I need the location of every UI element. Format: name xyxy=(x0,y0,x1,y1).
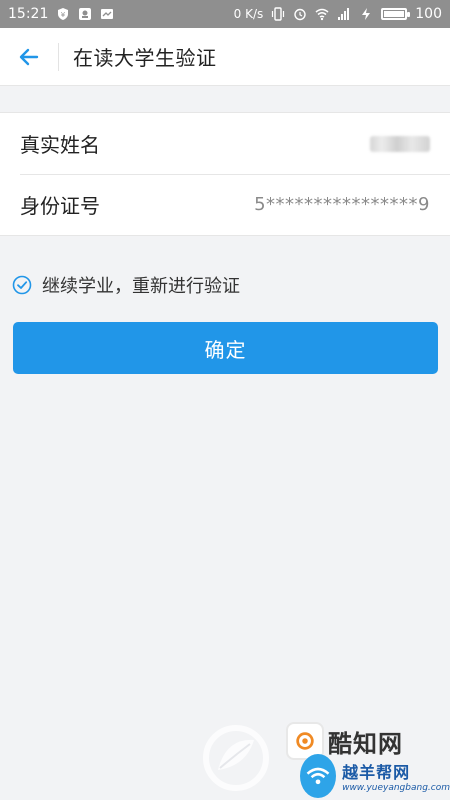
message-icon xyxy=(100,7,114,21)
status-time: 15:21 xyxy=(8,6,49,22)
header-divider xyxy=(58,42,59,71)
id-number-label: 身份证号 xyxy=(20,194,100,218)
notification-icon xyxy=(78,7,92,21)
battery-icon xyxy=(381,8,411,20)
name-row: 真实姓名 xyxy=(0,113,450,174)
arrow-left-icon xyxy=(19,48,39,65)
watermark-right-text: 越羊帮网 www.yueyangbang.com xyxy=(342,759,450,793)
name-label: 真实姓名 xyxy=(20,133,100,157)
status-bar-left: 15:21 ¥ xyxy=(8,6,114,22)
svg-text:¥: ¥ xyxy=(61,11,66,19)
shield-icon: ¥ xyxy=(56,7,70,21)
watermark-leaf-logo xyxy=(196,718,276,798)
alarm-icon xyxy=(293,7,307,21)
wifi-icon xyxy=(315,7,329,21)
status-bar: 15:21 ¥ 0 K/s 100 xyxy=(0,0,450,28)
status-bar-right: 0 K/s 100 xyxy=(234,6,442,22)
watermark-wifi-logo-icon xyxy=(300,754,337,798)
watermark-right-cn: 越羊帮网 xyxy=(342,763,411,782)
app-header: 在读大学生验证 xyxy=(0,28,450,86)
watermark-right-en: www.yueyangbang.com xyxy=(342,783,450,793)
charging-icon xyxy=(359,7,373,21)
watermark-right-site: 越羊帮网 www.yueyangbang.com xyxy=(300,752,450,800)
checkbox-label: 继续学业，重新进行验证 xyxy=(42,276,240,297)
screen: 15:21 ¥ 0 K/s 100 在读大学生验证 真实姓名 身份证号 5***… xyxy=(0,0,450,800)
back-button[interactable] xyxy=(0,28,58,86)
vibrate-icon xyxy=(271,7,285,21)
verification-form: 真实姓名 身份证号 5****************9 xyxy=(0,112,450,236)
battery-level: 100 xyxy=(415,6,442,22)
name-value-blurred xyxy=(370,135,430,152)
status-net-speed: 0 K/s xyxy=(233,7,264,21)
page-title: 在读大学生验证 xyxy=(73,46,217,70)
id-number-row: 身份证号 5****************9 xyxy=(0,174,450,235)
confirm-button[interactable]: 确定 xyxy=(13,322,438,374)
continue-study-checkbox[interactable]: 继续学业，重新进行验证 xyxy=(12,272,240,298)
check-circle-icon[interactable] xyxy=(12,275,32,295)
signal-icon xyxy=(337,7,351,21)
id-number-value: 5****************9 xyxy=(254,194,430,215)
